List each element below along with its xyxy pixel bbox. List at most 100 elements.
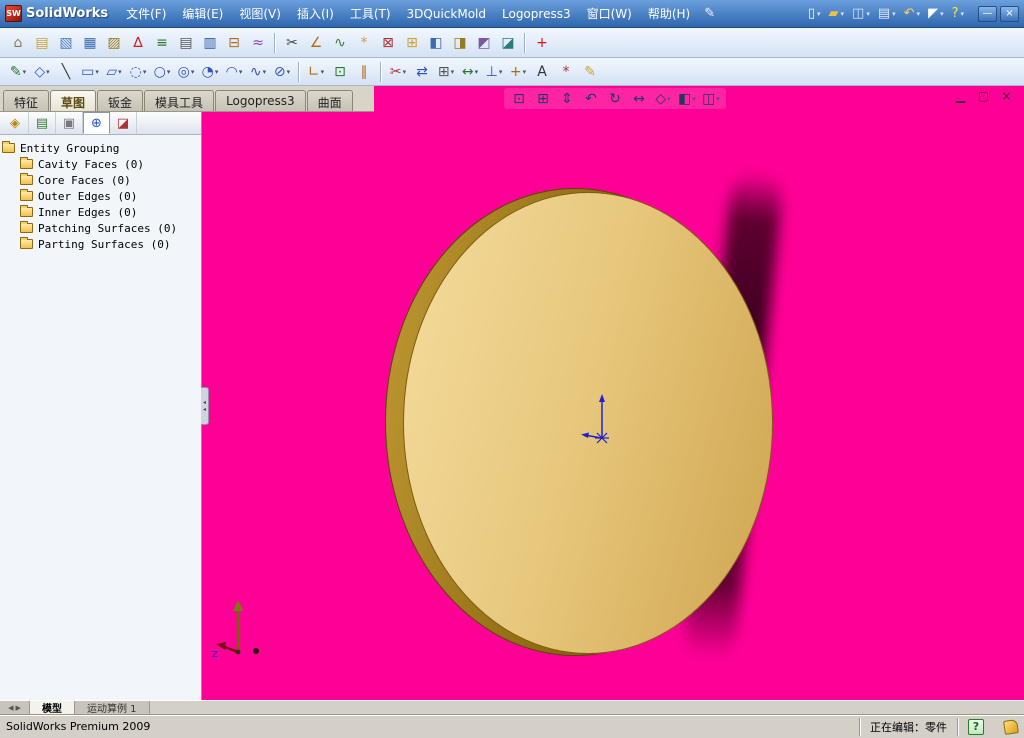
undercut-detection-icon[interactable]: ⊟	[223, 32, 245, 54]
menu-logopress3[interactable]: Logopress3	[494, 3, 579, 25]
undo-icon[interactable]: ↶	[900, 5, 924, 22]
tangent-arc-icon[interactable]: ◠	[223, 61, 245, 83]
parting-line-icon[interactable]: ≈	[247, 32, 269, 54]
core-icon[interactable]: ◨	[449, 32, 471, 54]
help-icon[interactable]: ?	[948, 5, 968, 22]
add-tool-icon[interactable]: +	[531, 32, 553, 54]
split-line-icon[interactable]: ✂	[281, 32, 303, 54]
rectangle-icon[interactable]: ▭	[79, 61, 101, 83]
quick-snaps-icon[interactable]: +	[507, 61, 529, 83]
previous-view-icon[interactable]: ↶	[581, 88, 601, 109]
menu-file[interactable]: 文件(F)	[118, 1, 174, 26]
draft-analysis-icon[interactable]: ▥	[199, 32, 221, 54]
mold-doctor-icon[interactable]: ⌂	[7, 32, 29, 54]
zoom-in-out-icon[interactable]: ⇕	[557, 88, 577, 109]
print-icon[interactable]: ▤	[874, 5, 900, 22]
viewport-minimize-button[interactable]: ▁	[953, 90, 968, 102]
viewport-restore-button[interactable]: ▢	[976, 90, 991, 102]
tab-sketch[interactable]: 草图	[50, 90, 97, 111]
rotate-view-icon[interactable]: ↻	[605, 88, 625, 109]
tree-item[interactable]: Parting Surfaces (0)	[2, 236, 199, 252]
scale-icon[interactable]: ∆	[127, 32, 149, 54]
radiate-surface-icon[interactable]: *	[353, 32, 375, 54]
display-manager-tab[interactable]: ◪	[110, 112, 137, 134]
parting-surface-icon[interactable]: ⊞	[401, 32, 423, 54]
ruled-surface-icon[interactable]: ∿	[329, 32, 351, 54]
new-document-icon[interactable]: ▯	[804, 5, 825, 22]
linear-pattern-icon[interactable]: ⊞	[435, 61, 457, 83]
move-face-icon[interactable]: ≡	[151, 32, 173, 54]
display-style-icon[interactable]: ◧	[677, 88, 697, 109]
viewport-close-button[interactable]: ×	[999, 90, 1014, 102]
shut-off-surface-icon[interactable]: ⊠	[377, 32, 399, 54]
menu-3dquickmold[interactable]: 3DQuickMold	[399, 3, 494, 25]
property-manager-tab[interactable]: ▤	[29, 112, 56, 134]
menu-edit[interactable]: 编辑(E)	[174, 1, 231, 26]
mirror-entities-icon[interactable]: ⇄	[411, 61, 433, 83]
insert-mold-base-icon[interactable]: ◪	[497, 32, 519, 54]
text-icon[interactable]: A	[531, 61, 553, 83]
dimxpert-manager-tab[interactable]: ⊕	[83, 112, 110, 134]
tab-logopress3[interactable]: Logopress3	[215, 90, 306, 111]
tree-item[interactable]: Inner Edges (0)	[2, 204, 199, 220]
pan-icon[interactable]: ↔	[629, 88, 649, 109]
open-icon[interactable]: ▰	[825, 5, 849, 22]
draft-icon[interactable]: ∠	[305, 32, 327, 54]
spline-icon[interactable]: ∿	[247, 61, 269, 83]
feature-manager-tab[interactable]: ◈	[2, 112, 29, 134]
tab-features[interactable]: 特征	[3, 90, 50, 111]
point-icon[interactable]: *	[555, 61, 577, 83]
circle-icon[interactable]: ○	[151, 61, 173, 83]
tab-surfaces[interactable]: 曲面	[306, 90, 353, 111]
tree-item[interactable]: Core Faces (0)	[2, 172, 199, 188]
offset-surface-icon[interactable]: ▨	[103, 32, 125, 54]
planar-surface-icon[interactable]: ▦	[79, 32, 101, 54]
surface-bodies-icon[interactable]: ▧	[55, 32, 77, 54]
smart-dimension-icon[interactable]: ◇	[31, 61, 53, 83]
tree-item[interactable]: Cavity Faces (0)	[2, 156, 199, 172]
centerpoint-arc-icon[interactable]: ◔	[199, 61, 221, 83]
model-tab[interactable]: 模型	[30, 701, 75, 715]
line-icon[interactable]: ╲	[55, 61, 77, 83]
zoom-area-icon[interactable]: ⊞	[533, 88, 553, 109]
sketch-icon[interactable]: ✎	[7, 61, 29, 83]
perimeter-circle-icon[interactable]: ◎	[175, 61, 197, 83]
tooling-split-icon[interactable]: ◧	[425, 32, 447, 54]
tag-icon[interactable]	[1003, 718, 1019, 735]
menu-tools[interactable]: 工具(T)	[342, 1, 399, 26]
parallelogram-icon[interactable]: ▱	[103, 61, 125, 83]
cavity-icon[interactable]: ◩	[473, 32, 495, 54]
display-relations-icon[interactable]: ⊥	[483, 61, 505, 83]
standard-views-icon[interactable]: ◇	[653, 88, 673, 109]
convert-entities-icon[interactable]: ⊡	[329, 61, 351, 83]
insert-folder-icon[interactable]: ▤	[31, 32, 53, 54]
menu-view[interactable]: 视图(V)	[231, 1, 289, 26]
configuration-manager-tab[interactable]: ▣	[56, 112, 83, 134]
tree-item[interactable]: Outer Edges (0)	[2, 188, 199, 204]
zoom-fit-icon[interactable]: ⊡	[509, 88, 529, 109]
menu-window[interactable]: 窗口(W)	[579, 1, 640, 26]
tab-splitter[interactable]: ◀ ▶	[0, 701, 30, 714]
trim-entities-icon[interactable]: ✂	[387, 61, 409, 83]
sketch-picture-icon[interactable]: ✎	[579, 61, 601, 83]
offset-entities-icon[interactable]: ∥	[353, 61, 375, 83]
quick-tips-icon[interactable]: ?	[968, 718, 984, 735]
slot-icon[interactable]: ◌	[127, 61, 149, 83]
select-icon[interactable]: ◤	[924, 5, 948, 22]
tab-sheet-metal[interactable]: 钣金	[97, 90, 144, 111]
tab-mold-tools[interactable]: 模具工具	[144, 90, 215, 111]
view-orientation-icon[interactable]: ◫	[701, 88, 721, 109]
minimize-button[interactable]: —	[978, 5, 997, 22]
menu-help[interactable]: 帮助(H)	[640, 1, 698, 26]
motion-study-tab[interactable]: 运动算例 1	[75, 701, 150, 715]
feature-list-icon[interactable]: ▤	[175, 32, 197, 54]
menu-insert[interactable]: 插入(I)	[289, 1, 342, 26]
move-entities-icon[interactable]: ↔	[459, 61, 481, 83]
ellipse-icon[interactable]: ⊘	[271, 61, 293, 83]
tree-item[interactable]: Patching Surfaces (0)	[2, 220, 199, 236]
tree-root[interactable]: Entity Grouping	[2, 140, 199, 156]
panel-collapse-handle[interactable]: ◂ ◂	[201, 387, 209, 425]
graphics-viewport[interactable]: z	[202, 112, 1024, 700]
close-button[interactable]: ×	[1000, 5, 1019, 22]
save-icon[interactable]: ◫	[848, 5, 874, 22]
